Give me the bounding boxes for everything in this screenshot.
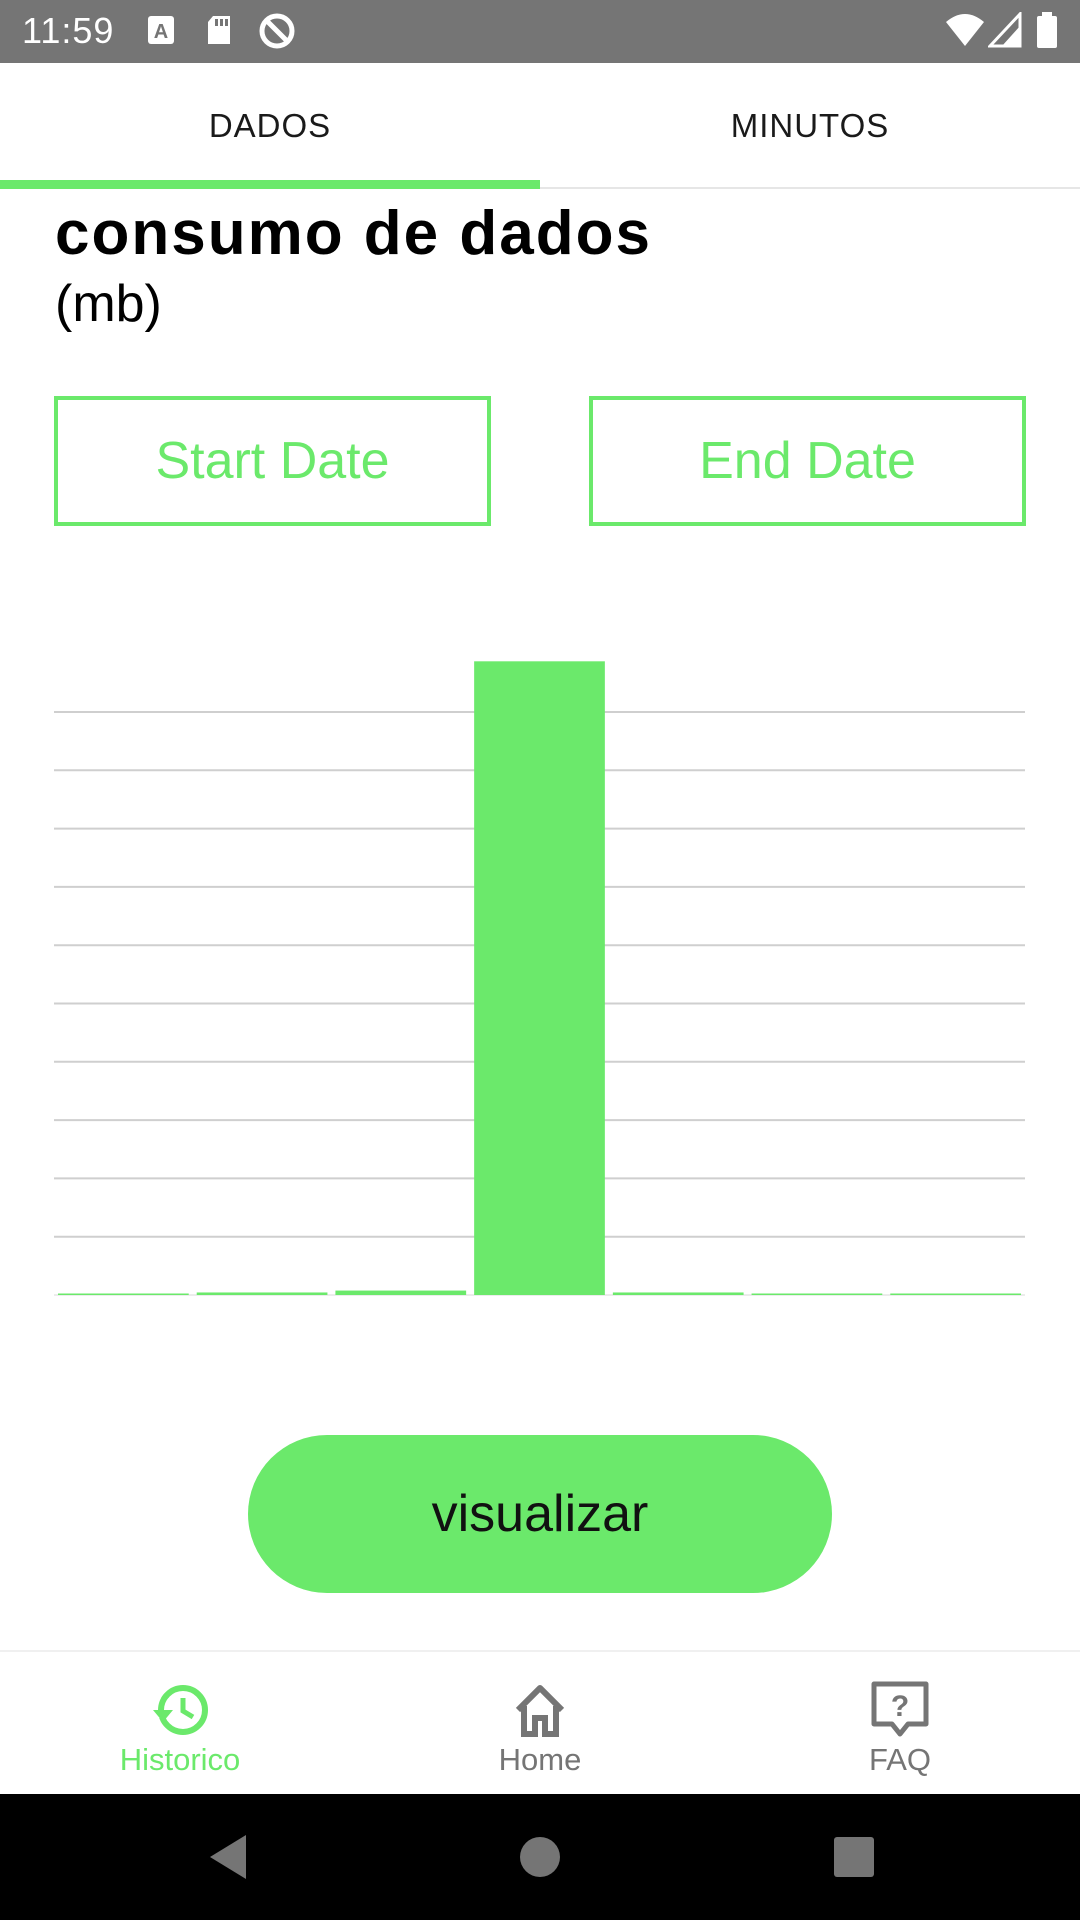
chart-bar-1 <box>58 1293 189 1295</box>
bar-chart-svg <box>54 661 1025 1296</box>
system-navigation-bar <box>0 1794 1080 1920</box>
end-date-button[interactable]: End Date <box>589 396 1026 526</box>
wifi-icon <box>944 12 986 53</box>
history-icon <box>147 1680 213 1740</box>
sd-card-icon <box>204 12 234 53</box>
chart-bar-2 <box>196 1292 328 1295</box>
back-icon[interactable] <box>204 1831 256 1888</box>
chart-bar-5 <box>612 1292 744 1295</box>
nav-faq-label: FAQ <box>868 1742 931 1777</box>
home-icon <box>510 1680 570 1740</box>
page-title: consumo de dados <box>55 199 652 268</box>
blocked-icon <box>258 12 296 55</box>
tab-minutos[interactable]: MINUTOS <box>540 63 1080 189</box>
tab-bar: DADOS MINUTOS <box>0 63 1080 189</box>
nav-home[interactable]: Home <box>360 1652 720 1796</box>
data-usage-chart <box>0 600 1080 1320</box>
chart-bar-6 <box>751 1293 883 1295</box>
nav-faq[interactable]: ? FAQ <box>720 1652 1080 1796</box>
text-icon: A <box>146 12 176 53</box>
nav-historico[interactable]: Historico <box>0 1652 360 1796</box>
nav-home-label: Home <box>498 1742 582 1777</box>
tab-dados[interactable]: DADOS <box>0 63 540 189</box>
chart-bar-3 <box>335 1290 467 1295</box>
signal-icon <box>986 10 1022 53</box>
home-circle-icon[interactable] <box>514 1831 566 1888</box>
status-bar: 11:59 A <box>0 0 1080 63</box>
nav-historico-label: Historico <box>119 1742 241 1777</box>
page-unit: (mb) <box>55 275 162 333</box>
tab-indicator <box>0 180 540 189</box>
status-time: 11:59 <box>22 10 115 51</box>
svg-text:A: A <box>154 21 168 43</box>
svg-text:?: ? <box>891 1690 909 1723</box>
recents-icon[interactable] <box>828 1831 880 1888</box>
visualizar-button[interactable]: visualizar <box>248 1435 832 1593</box>
faq-icon: ? <box>870 1680 930 1740</box>
start-date-button[interactable]: Start Date <box>54 396 491 526</box>
battery-icon <box>1036 12 1058 55</box>
chart-bar-7 <box>890 1293 1021 1295</box>
chart-bar-4 <box>474 661 605 1295</box>
bottom-navigation: Historico Home ? FAQ <box>0 1650 1080 1794</box>
